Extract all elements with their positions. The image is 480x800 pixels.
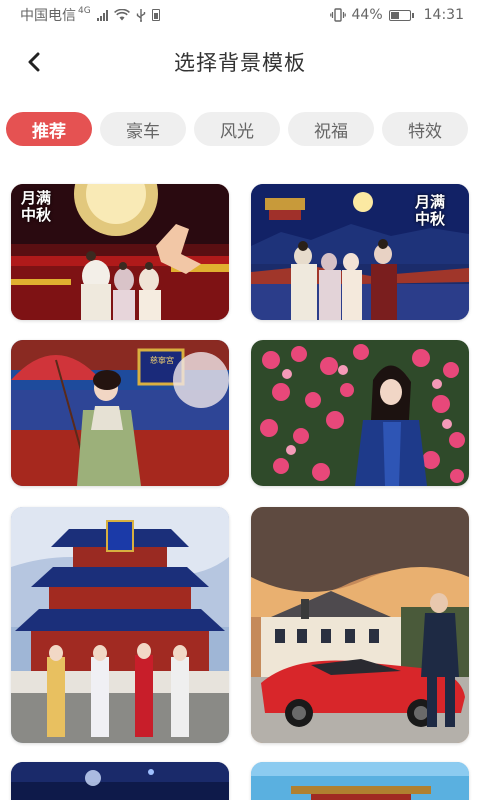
back-button[interactable]	[18, 46, 50, 78]
template-title-line: 月满	[21, 189, 52, 207]
template-title-vertical: 月满 中秋	[21, 190, 65, 224]
template-title-line: 中秋	[21, 206, 52, 224]
category-tabs: 推荐 豪车 风光 祝福 特效	[6, 112, 476, 148]
carrier-label: 中国电信	[20, 8, 76, 24]
template-thumbnail	[11, 507, 229, 743]
template-thumbnail	[251, 507, 469, 743]
tab-recommend[interactable]: 推荐	[6, 112, 92, 146]
page-title: 选择背景模板	[174, 51, 306, 75]
template-thumbnail	[11, 340, 229, 486]
signal-icon	[96, 9, 108, 21]
template-card-mid-autumn-blue[interactable]: 月满 中秋	[251, 184, 469, 320]
battery-percent: 44%	[351, 7, 383, 23]
template-thumbnail	[11, 762, 229, 800]
wifi-icon	[113, 9, 130, 21]
clock: 14:31	[423, 7, 464, 23]
tab-blessings[interactable]: 祝福	[288, 112, 374, 146]
vibrate-icon	[329, 8, 346, 22]
status-left: 中国电信 4G	[20, 5, 160, 25]
template-title-line: 中秋	[415, 210, 446, 228]
template-title-vertical: 月满 中秋	[415, 194, 465, 228]
battery-icon	[388, 9, 414, 21]
chevron-left-icon	[28, 52, 40, 72]
template-card-night-effect[interactable]	[11, 762, 229, 800]
template-thumbnail	[251, 762, 469, 800]
template-card-temple-of-heaven[interactable]	[11, 507, 229, 743]
template-title-line: 月满	[415, 193, 446, 211]
template-card-palace[interactable]	[251, 762, 469, 800]
status-bar: 中国电信 4G 44% 14:31	[0, 0, 480, 30]
template-card-mid-autumn-red[interactable]: 月满 中秋	[11, 184, 229, 320]
usb-icon	[136, 8, 145, 22]
template-card-roses[interactable]	[251, 340, 469, 486]
tab-effects[interactable]: 特效	[382, 112, 468, 146]
tab-luxury-cars[interactable]: 豪车	[100, 112, 186, 146]
header: 选择背景模板	[0, 38, 480, 86]
template-plaque: 慈寧宮	[150, 356, 174, 365]
network-label: 4G	[78, 6, 91, 16]
tab-scenery[interactable]: 风光	[194, 112, 280, 146]
template-thumbnail	[251, 340, 469, 486]
template-card-red-umbrella[interactable]: 慈寧宮	[11, 340, 229, 486]
template-card-red-sports-car[interactable]	[251, 507, 469, 743]
small-battery-icon	[151, 9, 160, 21]
status-right: 44% 14:31	[329, 7, 464, 23]
